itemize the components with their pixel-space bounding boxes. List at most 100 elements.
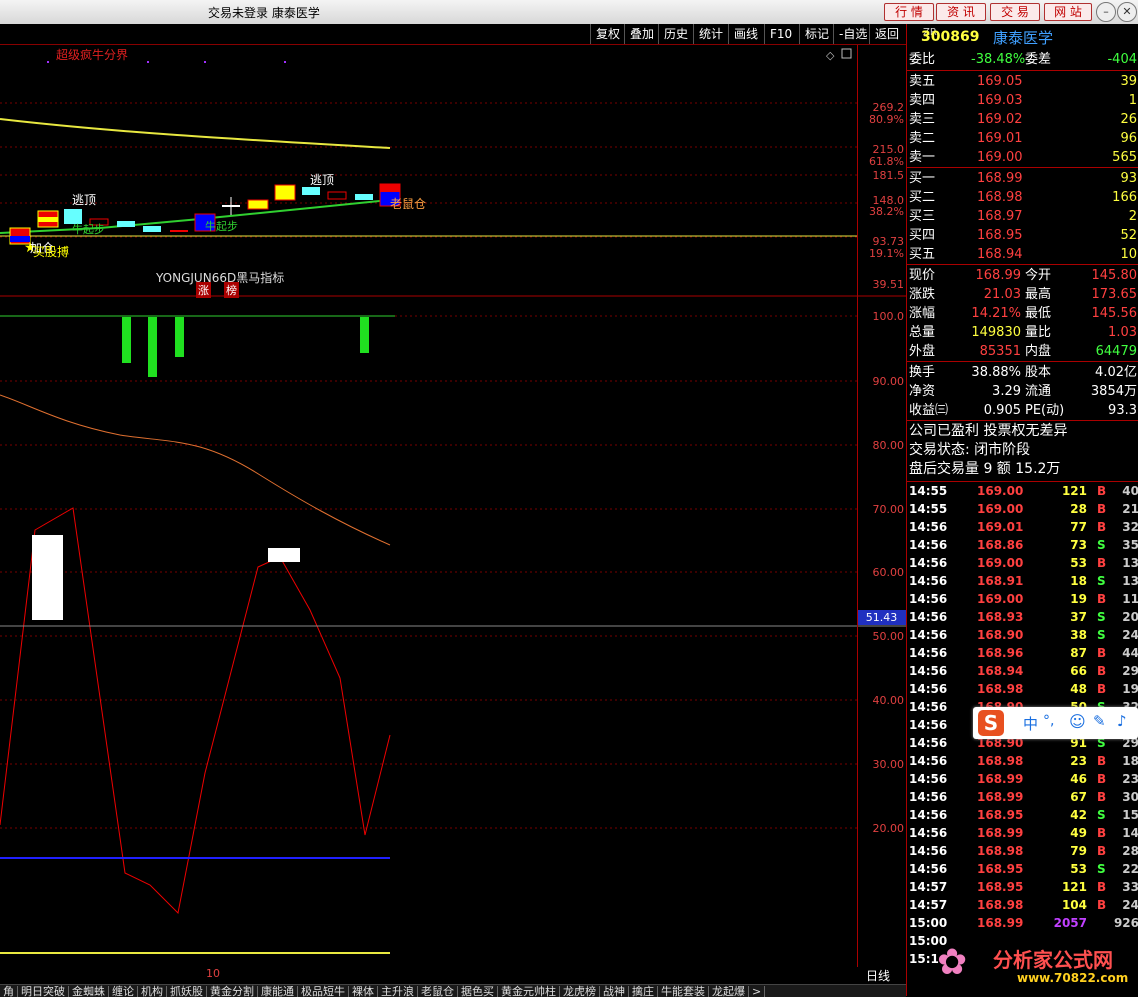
tab-indicator[interactable]: 明日突破 <box>18 986 69 997</box>
tick-row: 14:56 168.98 23 B 18 <box>907 752 1138 770</box>
orderbook-row[interactable]: 卖五 169.05 39 <box>907 72 1138 91</box>
tab-indicator[interactable]: 抓妖股 <box>167 986 207 997</box>
tick-volume: 87 <box>1070 646 1087 660</box>
stat-label: 外盘 <box>909 344 936 359</box>
ma-line <box>0 118 391 149</box>
tick-row: 14:56 168.93 37 S 20 <box>907 608 1138 626</box>
tick-row: 14:56 169.01 77 B 32 <box>907 518 1138 536</box>
menu-history[interactable]: 历史 <box>658 24 693 44</box>
tick-volume: 67 <box>1070 790 1087 804</box>
tab-indicator[interactable]: 龙起爆 <box>709 986 749 997</box>
quote-button[interactable]: 行 情 <box>884 3 934 21</box>
tick-row: 14:56 168.99 46 B 23 <box>907 770 1138 788</box>
tick-price: 168.91 <box>977 574 1024 588</box>
tab-indicator[interactable]: 牛能套装 <box>658 986 709 997</box>
pen-icon[interactable]: ✎ <box>1093 712 1106 730</box>
menu-draw[interactable]: 画线 <box>728 24 763 44</box>
tick-direction: B <box>1097 664 1107 678</box>
tab-indicator[interactable]: 战神 <box>600 986 629 997</box>
tick-direction: B <box>1097 880 1107 894</box>
tab-indicator[interactable]: 黄金分割 <box>207 986 258 997</box>
tab-indicator[interactable]: 机构 <box>138 986 167 997</box>
tick-volume: 79 <box>1070 844 1087 858</box>
axis-label: 50.00 <box>872 630 905 643</box>
chart-area[interactable]: ★ ◇ 超级疯牛分界 逃顶 逃顶 老鼠仓 牛起步 牛起步 加仓 买股搏 YONG… <box>0 45 906 983</box>
level-price: 168.98 <box>977 190 1023 205</box>
punct-icon[interactable]: °, <box>1043 713 1054 729</box>
tick-price: 168.95 <box>977 862 1024 876</box>
tab-indicator[interactable]: 金蜘蛛 <box>69 986 109 997</box>
tick-time: 14:56 <box>909 520 948 534</box>
menu-mark[interactable]: 标记 <box>799 24 834 44</box>
tick-time: 14:56 <box>909 736 948 750</box>
tick-price: 168.99 <box>977 772 1024 786</box>
minimize-icon[interactable]: – <box>1096 2 1116 22</box>
tab-indicator[interactable]: 裸体 <box>349 986 378 997</box>
stat-value: 3854万 <box>1090 384 1137 399</box>
tab-indicator[interactable]: 康能通 <box>258 986 298 997</box>
tick-time: 14:56 <box>909 826 948 840</box>
tab-indicator[interactable]: 缠论 <box>109 986 138 997</box>
close-icon[interactable]: ✕ <box>1117 2 1137 22</box>
orderbook-row[interactable]: 卖二 169.01 96 <box>907 129 1138 148</box>
tick-price: 168.98 <box>977 682 1024 696</box>
ime-logo: S <box>978 710 1004 736</box>
menu-stats[interactable]: 统计 <box>693 24 728 44</box>
menu-back[interactable]: 返回 <box>869 24 904 44</box>
news-button[interactable]: 资 讯 <box>936 3 986 21</box>
tick-row: 14:55 169.00 121 B 40 <box>907 482 1138 500</box>
tick-direction: S <box>1097 574 1106 588</box>
tick-row: 14:56 169.00 53 B 13 <box>907 554 1138 572</box>
tab-indicator[interactable]: 极品短牛 <box>298 986 349 997</box>
stat-label: 流通 <box>1025 384 1052 399</box>
axis-label: 80.00 <box>872 439 905 452</box>
tick-volume: 19 <box>1070 592 1087 606</box>
tab-scroll-right[interactable]: > <box>749 986 766 997</box>
menu-watchlist[interactable]: -自选 <box>833 24 872 44</box>
stats-row: 涨跌 21.03 最高 173.65 <box>907 285 1138 304</box>
tab-indicator[interactable]: 龙虎榜 <box>560 986 600 997</box>
annotation-label: 老鼠仓 <box>390 197 427 211</box>
orderbook-row[interactable]: 买二 168.98 166 <box>907 188 1138 207</box>
website-button[interactable]: 网 站 <box>1044 3 1092 21</box>
tab-indicator[interactable]: 据色买 <box>458 986 498 997</box>
orderbook-row[interactable]: 卖四 169.03 1 <box>907 91 1138 110</box>
stat-value: 3.29 <box>992 384 1021 399</box>
tick-direction: S <box>1097 610 1106 624</box>
orderbook-row[interactable]: 买四 168.95 52 <box>907 226 1138 245</box>
orderbook-row[interactable]: 买五 168.94 10 <box>907 245 1138 264</box>
emoji-icon[interactable]: ☺ <box>1069 712 1086 731</box>
period-label[interactable]: 日线 <box>866 967 890 984</box>
tick-direction: S <box>1097 628 1106 642</box>
tick-volume: 37 <box>1070 610 1087 624</box>
level-label: 买二 <box>909 190 936 205</box>
watermark-url: www.70822.com <box>1017 971 1129 985</box>
tick-row: 14:57 168.98 104 B 24 <box>907 896 1138 914</box>
tab-indicator[interactable]: 主升浪 <box>378 986 418 997</box>
orderbook-row[interactable]: 买三 168.97 2 <box>907 207 1138 226</box>
ime-lang-icon[interactable]: 中 <box>1023 713 1038 734</box>
tab-indicator[interactable]: 老鼠仓 <box>418 986 458 997</box>
orderbook-row[interactable]: 卖一 169.00 565 <box>907 148 1138 167</box>
menu-fuquan[interactable]: 复权 <box>590 24 625 44</box>
mic-icon[interactable]: ♪ <box>1117 712 1127 730</box>
orderbook-row[interactable]: 卖三 169.02 26 <box>907 110 1138 129</box>
tick-count: 21 <box>1122 502 1138 516</box>
tick-volume: 66 <box>1070 664 1087 678</box>
tick-direction: B <box>1097 592 1107 606</box>
menu-overlay[interactable]: 叠加 <box>624 24 659 44</box>
level-price: 169.02 <box>977 112 1023 127</box>
ime-toolbar[interactable]: S 中 °, ☺ ✎ ♪ <box>973 707 1138 739</box>
tab-indicator[interactable]: 黄金元帅柱 <box>498 986 560 997</box>
tab-indicator[interactable]: 擒庄 <box>629 986 658 997</box>
tab-indicator[interactable]: 角 <box>0 986 18 997</box>
stock-name: 康泰医学 <box>993 29 1054 47</box>
menu-f10[interactable]: F10 <box>764 24 797 44</box>
orderbook-row[interactable]: 买一 168.99 93 <box>907 169 1138 188</box>
trade-button[interactable]: 交 易 <box>990 3 1040 21</box>
level-label: 买五 <box>909 247 936 262</box>
tick-count: 23 <box>1122 772 1138 786</box>
note-text: 交易状态: 闭市阶段 <box>909 442 1031 458</box>
tick-row: 14:56 168.99 67 B 30 <box>907 788 1138 806</box>
level-volume: 166 <box>1112 190 1137 205</box>
